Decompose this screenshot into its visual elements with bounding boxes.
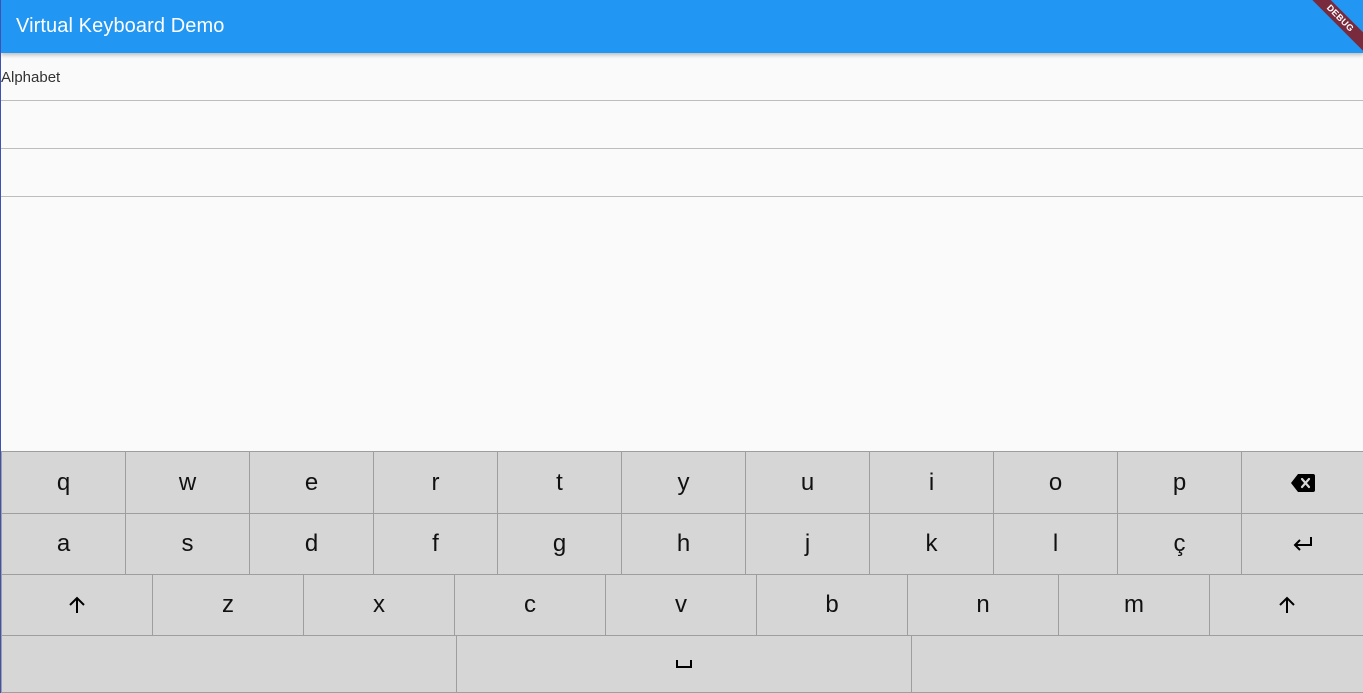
debug-banner: DEBUG — [1303, 0, 1363, 60]
keyboard-row-1: q w e r t y u i o p — [1, 451, 1363, 514]
keyboard-row-4 — [1, 635, 1363, 693]
key-f[interactable]: f — [373, 513, 498, 575]
blank-key-right[interactable] — [911, 635, 1363, 693]
key-d[interactable]: d — [249, 513, 374, 575]
key-u[interactable]: u — [745, 451, 870, 514]
key-j[interactable]: j — [745, 513, 870, 575]
backspace-key[interactable] — [1241, 451, 1363, 514]
return-icon — [1292, 536, 1314, 552]
key-w[interactable]: w — [125, 451, 250, 514]
key-v[interactable]: v — [605, 574, 757, 636]
text-field-3[interactable] — [1, 149, 1363, 197]
key-c-cedilla[interactable]: ç — [1117, 513, 1242, 575]
key-o[interactable]: o — [993, 451, 1118, 514]
keyboard-row-2: a s d f g h j k l ç — [1, 513, 1363, 575]
debug-ribbon: DEBUG — [1303, 0, 1363, 55]
key-k[interactable]: k — [869, 513, 994, 575]
key-e[interactable]: e — [249, 451, 374, 514]
key-t[interactable]: t — [497, 451, 622, 514]
key-p[interactable]: p — [1117, 451, 1242, 514]
blank-key-left[interactable] — [1, 635, 457, 693]
shift-key-left[interactable] — [1, 574, 153, 636]
key-x[interactable]: x — [303, 574, 455, 636]
text-field-2[interactable] — [1, 101, 1363, 149]
key-q[interactable]: q — [1, 451, 126, 514]
virtual-keyboard: q w e r t y u i o p a s d f g h j k l ç … — [1, 451, 1363, 693]
return-key[interactable] — [1241, 513, 1363, 575]
key-a[interactable]: a — [1, 513, 126, 575]
app-window: Virtual Keyboard Demo DEBUG Alphabet q w… — [0, 0, 1363, 693]
backspace-icon — [1290, 473, 1315, 492]
key-z[interactable]: z — [152, 574, 304, 636]
keyboard-row-3: z x c v b n m — [1, 574, 1363, 636]
key-n[interactable]: n — [907, 574, 1059, 636]
space-icon — [676, 659, 692, 669]
shift-icon — [68, 596, 86, 614]
key-s[interactable]: s — [125, 513, 250, 575]
key-g[interactable]: g — [497, 513, 622, 575]
app-bar: Virtual Keyboard Demo — [1, 0, 1363, 53]
key-c[interactable]: c — [454, 574, 606, 636]
key-y[interactable]: y — [621, 451, 746, 514]
shift-key-right[interactable] — [1209, 574, 1363, 636]
key-l[interactable]: l — [993, 513, 1118, 575]
key-b[interactable]: b — [756, 574, 908, 636]
alphabet-field[interactable]: Alphabet — [1, 53, 1363, 101]
key-r[interactable]: r — [373, 451, 498, 514]
key-i[interactable]: i — [869, 451, 994, 514]
key-m[interactable]: m — [1058, 574, 1210, 636]
shift-icon — [1278, 596, 1296, 614]
space-key[interactable] — [456, 635, 912, 693]
app-title: Virtual Keyboard Demo — [16, 15, 225, 37]
alphabet-field-label: Alphabet — [1, 69, 61, 86]
key-h[interactable]: h — [621, 513, 746, 575]
